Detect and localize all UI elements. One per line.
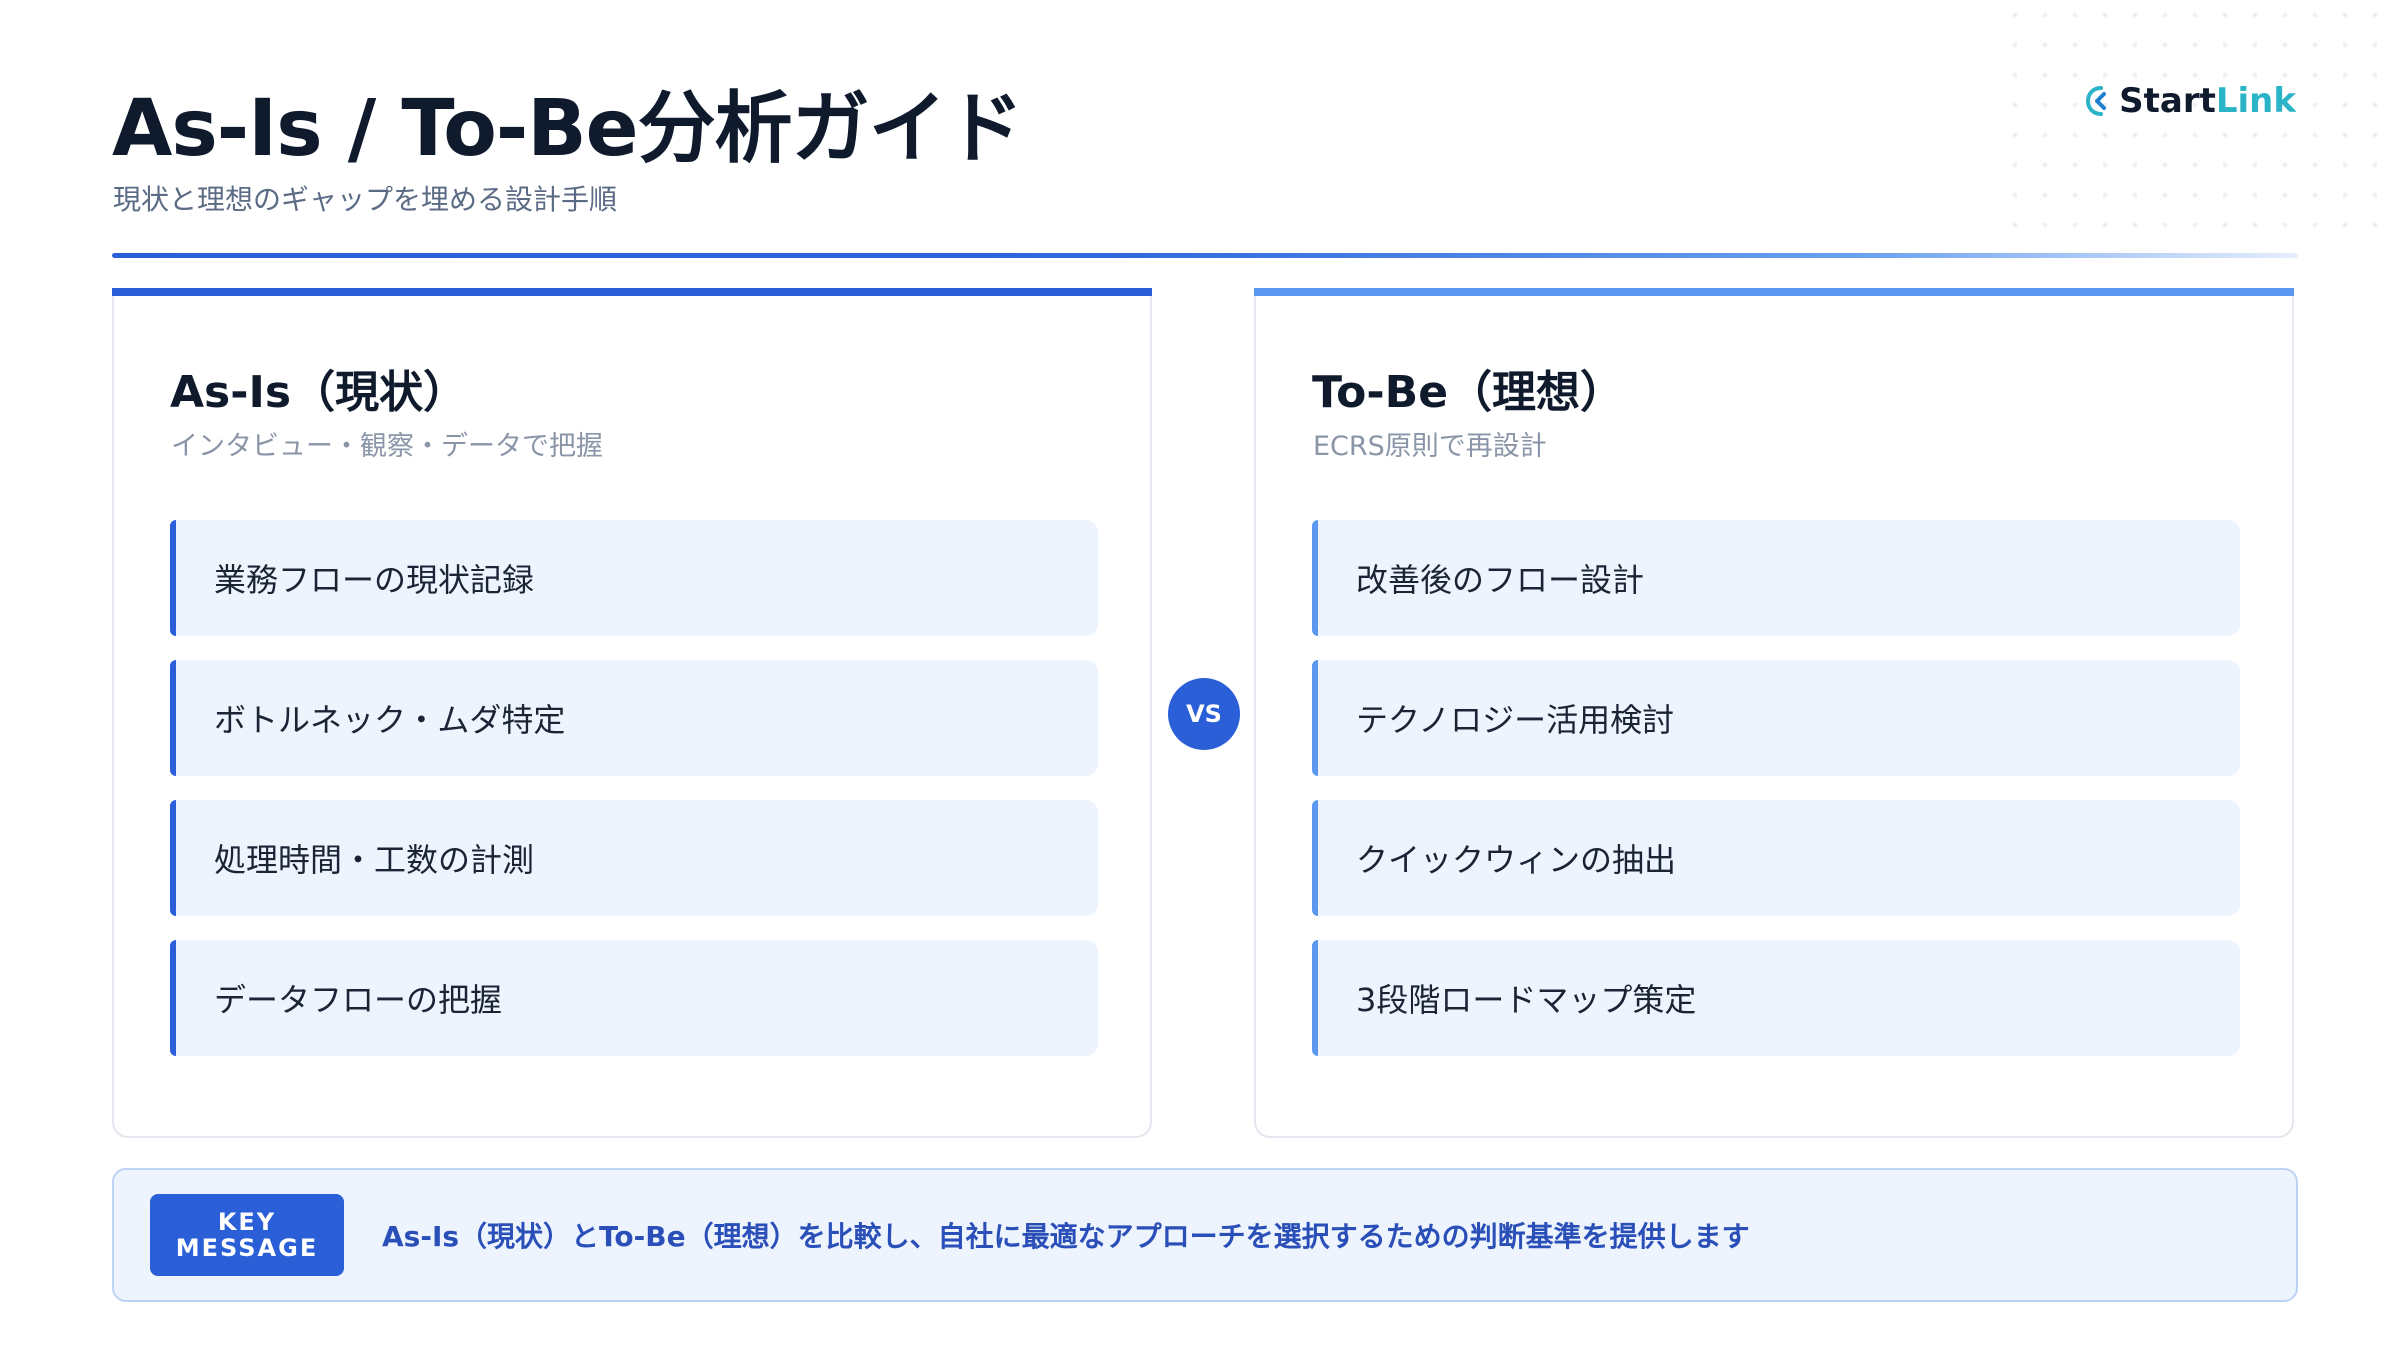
as-is-panel-accent-bar: [112, 288, 1152, 296]
as-is-subheading: インタビュー・観察・データで把握: [171, 431, 603, 462]
as-is-heading: As-Is（現状）: [170, 367, 468, 418]
logo-wordmark: StartLink: [2119, 81, 2296, 121]
to-be-item: 改善後のフロー設計: [1312, 520, 2240, 636]
key-message-box: KEY MESSAGE As-Is（現状）とTo-Be（理想）を比較し、自社に最…: [112, 1168, 2298, 1302]
as-is-item-list: 業務フローの現状記録 ボトルネック・ムダ特定 処理時間・工数の計測 データフロー…: [170, 520, 1098, 1080]
as-is-panel: As-Is（現状） インタビュー・観察・データで把握 業務フローの現状記録 ボト…: [112, 288, 1152, 1138]
to-be-item: テクノロジー活用検討: [1312, 660, 2240, 776]
to-be-panel: To-Be（理想） ECRS原則で再設計 改善後のフロー設計 テクノロジー活用検…: [1254, 288, 2294, 1138]
to-be-item: 3段階ロードマップ策定: [1312, 940, 2240, 1056]
key-message-text: As-Is（現状）とTo-Be（理想）を比較し、自社に最適なアプローチを選択する…: [382, 1220, 1750, 1253]
startlink-logo: StartLink: [2085, 78, 2296, 124]
startlink-logo-icon: [2086, 86, 2107, 116]
as-is-item: 処理時間・工数の計測: [170, 800, 1098, 916]
to-be-item: クイックウィンの抽出: [1312, 800, 2240, 916]
to-be-panel-accent-bar: [1254, 288, 2294, 296]
to-be-item-list: 改善後のフロー設計 テクノロジー活用検討 クイックウィンの抽出 3段階ロードマッ…: [1312, 520, 2240, 1080]
page-title: As-Is / To-Be分析ガイド: [112, 84, 1024, 174]
as-is-item: ボトルネック・ムダ特定: [170, 660, 1098, 776]
key-message-tag-line2: MESSAGE: [175, 1234, 319, 1262]
page-subtitle: 現状と理想のギャップを埋める設計手順: [113, 183, 618, 216]
logo-text-accent: Link: [2215, 81, 2296, 121]
header-divider: [112, 253, 2298, 258]
as-is-item: データフローの把握: [170, 940, 1098, 1056]
to-be-subheading: ECRS原則で再設計: [1313, 431, 1547, 462]
to-be-heading: To-Be（理想）: [1312, 367, 1625, 418]
key-message-tag-line1: KEY: [217, 1208, 277, 1236]
as-is-item: 業務フローの現状記録: [170, 520, 1098, 636]
key-message-tag: KEY MESSAGE: [150, 1194, 344, 1276]
logo-text-main: Start: [2119, 81, 2216, 121]
vs-badge: VS: [1168, 678, 1240, 750]
